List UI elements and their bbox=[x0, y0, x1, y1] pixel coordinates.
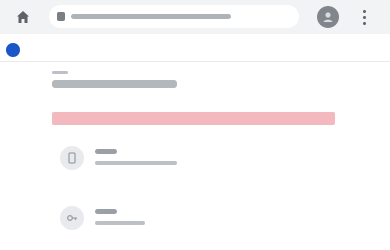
section-label-line bbox=[52, 71, 68, 74]
option-subtitle bbox=[95, 161, 177, 165]
browser-toolbar bbox=[0, 0, 390, 34]
lock-icon bbox=[57, 12, 65, 21]
logo-mark-icon bbox=[6, 43, 20, 57]
account-email bbox=[52, 80, 177, 88]
account-circle-icon[interactable] bbox=[317, 6, 339, 28]
site-logo[interactable] bbox=[6, 42, 24, 58]
address-bar-url bbox=[71, 9, 276, 23]
verification-option[interactable] bbox=[60, 206, 370, 236]
phone-icon bbox=[60, 146, 84, 170]
option-title bbox=[95, 149, 117, 154]
more-vert-icon[interactable] bbox=[354, 7, 374, 27]
option-title bbox=[95, 209, 117, 214]
alert-banner bbox=[52, 112, 335, 125]
address-bar[interactable] bbox=[49, 5, 299, 28]
verification-option[interactable] bbox=[60, 146, 370, 176]
option-subtitle bbox=[95, 221, 145, 225]
header-divider bbox=[0, 61, 390, 62]
home-icon[interactable] bbox=[13, 7, 33, 27]
key-icon bbox=[60, 206, 84, 230]
